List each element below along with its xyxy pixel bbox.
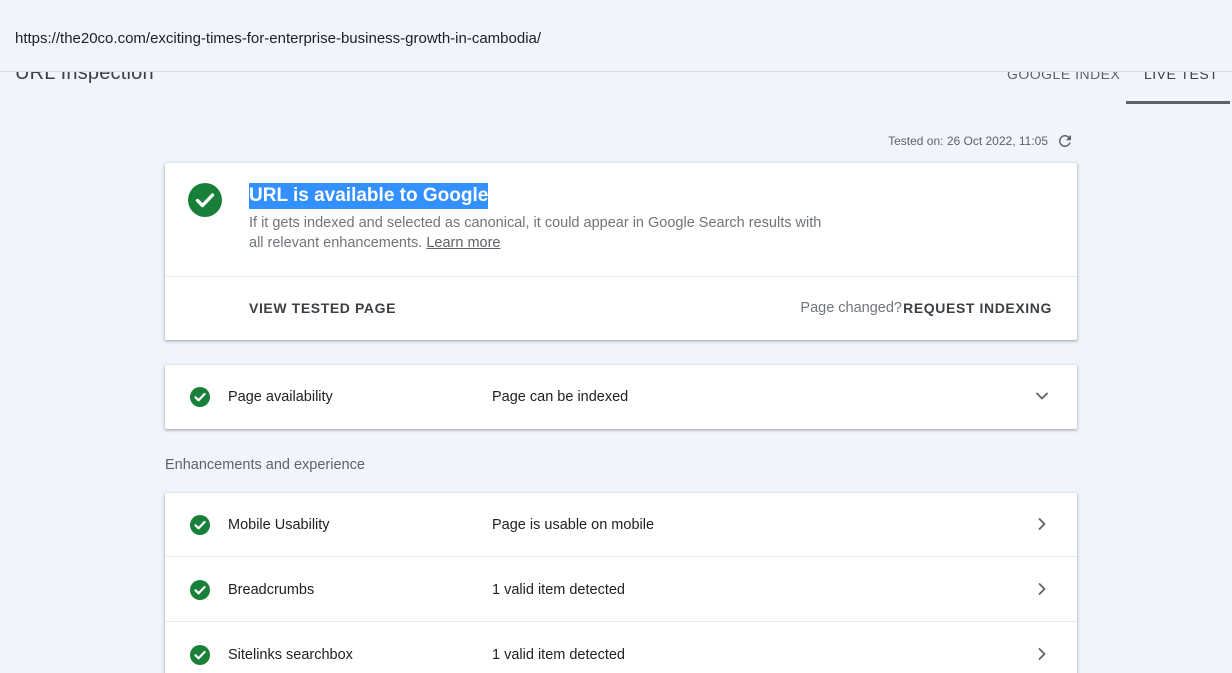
row-label: Page availability: [228, 389, 333, 405]
row-divider: [165, 556, 1077, 557]
request-indexing-button[interactable]: REQUEST INDEXING: [903, 300, 1052, 316]
row-label: Sitelinks searchbox: [228, 647, 353, 663]
row-value: Page is usable on mobile: [492, 517, 655, 533]
row-label: Mobile Usability: [228, 517, 330, 533]
refresh-icon[interactable]: [1056, 132, 1074, 150]
row-value: 1 valid item detected: [492, 582, 625, 598]
check-circle-icon: [190, 645, 210, 670]
tested-on: Tested on: 26 Oct 2022, 11:05: [888, 132, 1074, 150]
enhancement-row-sitelinks-searchbox[interactable]: Sitelinks searchbox 1 valid item detecte…: [165, 623, 1077, 673]
row-label: Breadcrumbs: [228, 582, 315, 598]
url-inspection-page: URL Inspection GOOGLE INDEX LIVE TEST ht…: [0, 0, 1232, 673]
chevron-right-icon[interactable]: [1035, 647, 1049, 666]
url-status-card: URL is available to Google If it gets in…: [165, 163, 1077, 340]
chevron-right-icon[interactable]: [1035, 517, 1049, 536]
row-value: 1 valid item detected: [492, 647, 625, 663]
status-title: URL is available to Google: [249, 183, 489, 209]
card-divider: [165, 276, 1077, 277]
section-heading: Enhancements and experience: [165, 457, 365, 473]
row-divider: [165, 621, 1077, 622]
chevron-right-icon[interactable]: [1035, 582, 1049, 601]
status-description-text: If it gets indexed and selected as canon…: [249, 215, 822, 251]
enhancement-row-breadcrumbs[interactable]: Breadcrumbs 1 valid item detected: [165, 558, 1077, 622]
active-tab-indicator: [1126, 101, 1230, 104]
status-description: If it gets indexed and selected as canon…: [249, 213, 829, 253]
chevron-down-icon[interactable]: [1035, 389, 1049, 408]
page-availability-row[interactable]: Page availability Page can be indexed: [165, 365, 1077, 429]
check-circle-icon: [190, 387, 210, 412]
enhancements-card: Mobile Usability Page is usable on mobil…: [165, 493, 1077, 673]
check-circle-icon: [190, 580, 210, 605]
row-value: Page can be indexed: [492, 389, 629, 405]
page-changed-label: Page changed?: [800, 300, 902, 316]
check-circle-icon: [188, 183, 222, 222]
tested-on-text: Tested on: 26 Oct 2022, 11:05: [888, 134, 1048, 148]
url-bar[interactable]: https://the20co.com/exciting-times-for-e…: [0, 0, 1232, 72]
enhancement-row-mobile-usability[interactable]: Mobile Usability Page is usable on mobil…: [165, 493, 1077, 557]
check-circle-icon: [190, 515, 210, 540]
learn-more-link[interactable]: Learn more: [426, 235, 500, 251]
view-tested-page-button[interactable]: VIEW TESTED PAGE: [249, 300, 396, 316]
inspected-url: https://the20co.com/exciting-times-for-e…: [15, 30, 542, 47]
page-availability-card[interactable]: Page availability Page can be indexed: [165, 365, 1077, 429]
